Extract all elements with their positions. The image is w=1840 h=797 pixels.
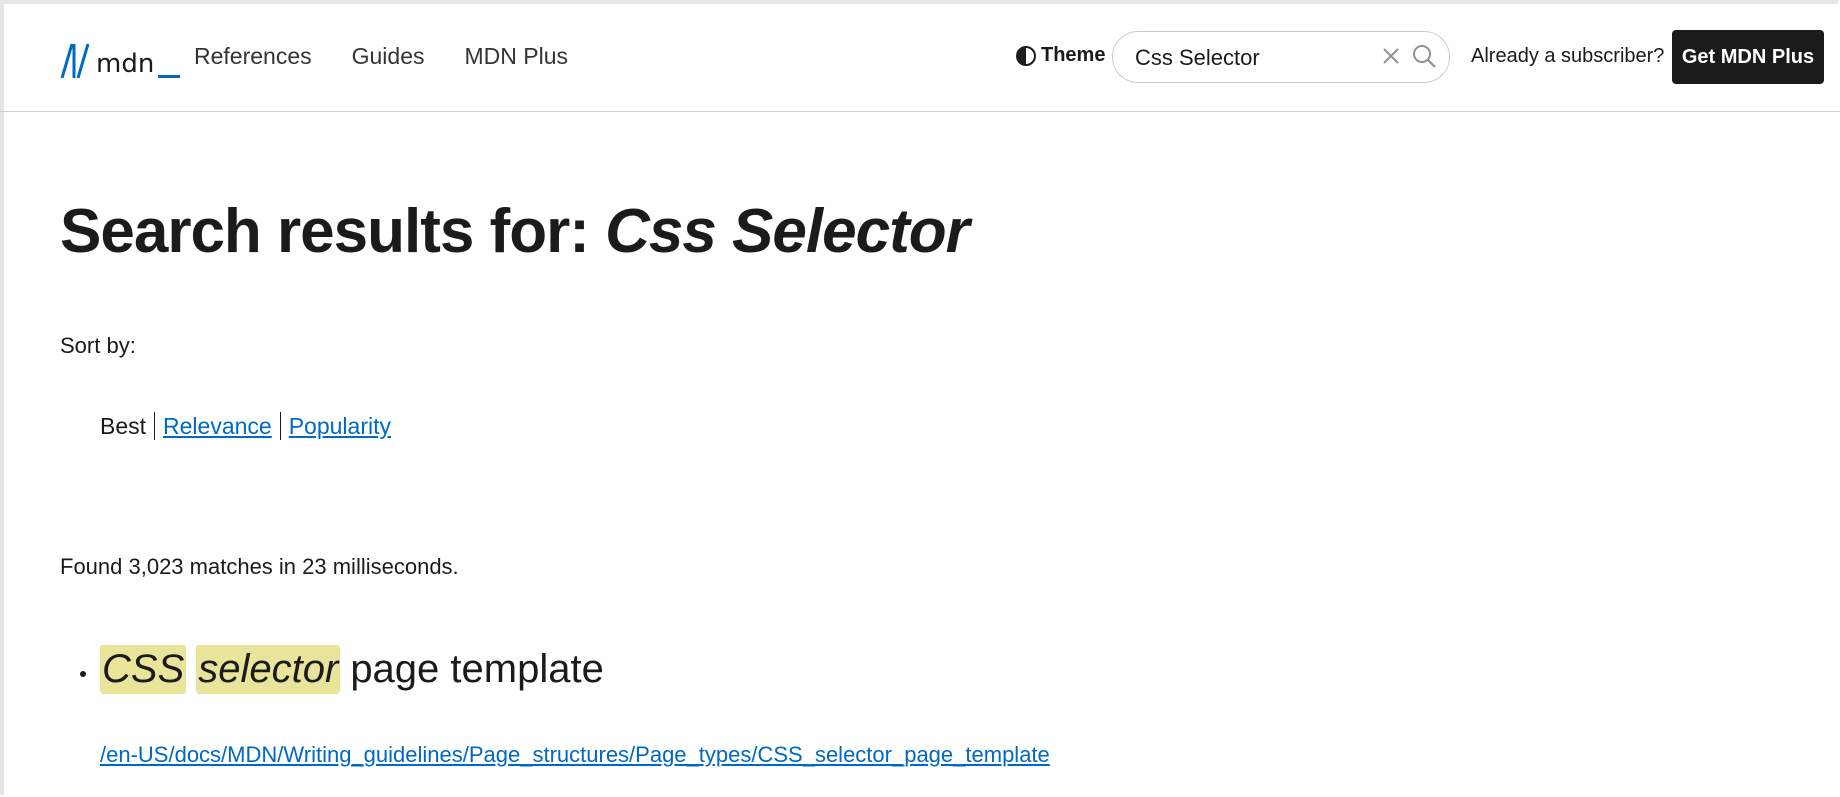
logo-text: mdn (96, 49, 155, 79)
sort-popularity-link[interactable]: Popularity (289, 413, 391, 440)
logo-underscore (158, 75, 181, 78)
title-query: Css Selector (605, 197, 970, 266)
sort-divider (279, 412, 281, 440)
result-title-link[interactable]: CSS selector page template (80, 645, 604, 694)
nav-item-references[interactable]: References (194, 43, 312, 70)
sort-relevance-link[interactable]: Relevance (163, 413, 272, 440)
sort-best: Best (100, 412, 147, 439)
result-url-link[interactable]: /en-US/docs/MDN/Writing_guidelines/Page_… (100, 742, 1050, 768)
search-box (1112, 31, 1450, 83)
highlight-term: CSS (100, 645, 187, 694)
search-icon[interactable] (1411, 43, 1437, 69)
list-item: CSS selector page template /en-US/docs/M… (80, 645, 1050, 767)
already-subscriber-link[interactable]: Already a subscriber? (1471, 45, 1664, 68)
main-nav: References Guides MDN Plus (194, 43, 568, 70)
get-mdn-plus-button[interactable]: Get MDN Plus (1672, 30, 1824, 84)
theme-half-circle-icon (1016, 45, 1036, 66)
mdn-logo-icon (60, 43, 90, 79)
top-navigation-bar: mdn References Guides MDN Plus Theme Alr… (0, 0, 1840, 112)
sort-divider (154, 412, 156, 440)
nav-item-mdn-plus[interactable]: MDN Plus (465, 43, 569, 70)
bullet (80, 670, 86, 677)
results-list: CSS selector page template /en-US/docs/M… (80, 645, 1050, 767)
results-count: Found 3,023 matches in 23 milliseconds. (60, 554, 459, 579)
theme-switcher[interactable]: Theme (1015, 44, 1105, 67)
title-prefix: Search results for: (60, 197, 606, 266)
sort-by-label: Sort by: (60, 333, 136, 358)
close-icon[interactable] (1379, 44, 1403, 68)
sort-options: Best Relevance Popularity (100, 412, 391, 440)
search-input[interactable] (1133, 42, 1367, 74)
theme-label: Theme (1041, 44, 1106, 66)
mdn-logo[interactable]: mdn (60, 40, 181, 80)
nav-item-guides[interactable]: Guides (352, 43, 425, 70)
result-title-text: page template (350, 647, 604, 691)
page-title: Search results for: Css Selector (60, 196, 970, 267)
highlight-term: selector (196, 645, 341, 694)
